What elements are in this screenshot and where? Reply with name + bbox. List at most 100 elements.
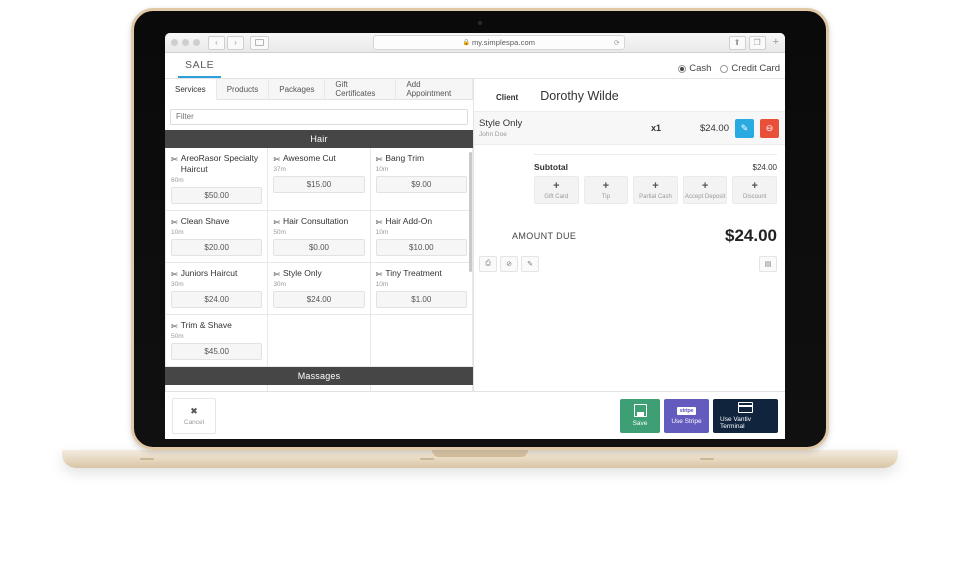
service-name-wrap: ✄ Juniors Haircut [171, 268, 262, 279]
radio-credit-card[interactable]: Credit Card [720, 63, 780, 74]
close-window-dot[interactable] [171, 39, 178, 46]
minus-circle-icon[interactable]: ⊖ [760, 118, 779, 138]
radio-cash[interactable]: Cash [678, 63, 711, 74]
add-discount-button[interactable]: + Discount [732, 176, 777, 204]
use-stripe-label: Use Stripe [671, 417, 702, 425]
order-tools-row: ⎙ ⊘ ✎ ▤ [474, 246, 785, 272]
app-topbar: SALE Cash Credit Card [165, 53, 785, 79]
add-gift-card-button[interactable]: + Gift Card [534, 176, 579, 204]
cancel-button[interactable]: ✖ Cancel [172, 397, 216, 434]
save-icon [633, 404, 647, 417]
client-row: Client Dorothy Wilde [474, 79, 785, 111]
zoom-window-dot[interactable] [193, 39, 200, 46]
section-header-hair[interactable]: Hair [165, 129, 473, 148]
service-card-empty [370, 314, 473, 367]
service-card[interactable]: ✄ Hair Consultation 50m $0.00 [268, 210, 371, 263]
cancel-label: Cancel [183, 418, 205, 426]
scissors-icon: ✄ [171, 217, 178, 227]
service-card[interactable]: ✄ Style Only 30m $24.00 [268, 262, 371, 315]
new-tab-icon[interactable]: + [773, 37, 779, 48]
pos-app: SALE Cash Credit Card Services Products … [165, 53, 785, 439]
catalog-scrollbar-thumb[interactable] [469, 151, 472, 272]
service-card[interactable]: ✄ Tiny Treatment 10m $1.00 [370, 262, 473, 315]
pencil-icon[interactable]: ✎ [735, 118, 754, 138]
use-vantiv-terminal-button[interactable]: Use Vantiv Terminal [713, 398, 778, 433]
minimize-window-dot[interactable] [182, 39, 189, 46]
subtab-add-appointment[interactable]: Add Appointment [396, 79, 473, 99]
save-button[interactable]: Save [620, 398, 660, 433]
add-tip-button[interactable]: + Tip [583, 176, 629, 204]
service-price-button[interactable]: $45.00 [171, 342, 263, 360]
section-header-massages[interactable]: Massages [165, 366, 473, 385]
service-duration: 37m [273, 165, 286, 173]
service-card-empty [371, 384, 473, 391]
address-bar-wrap: 🔒 my.simplespa.com ⟳ [269, 35, 729, 50]
service-duration: 50m [273, 228, 286, 236]
subtab-products[interactable]: Products [217, 79, 270, 99]
service-price-button[interactable]: $50.00 [171, 186, 263, 204]
service-price-button[interactable]: $20.00 [171, 238, 263, 256]
service-card[interactable]: ✄ Juniors Haircut 30m $24.00 [166, 262, 269, 315]
service-name-wrap: ✄ Trim & Shave [171, 320, 262, 331]
address-bar[interactable]: 🔒 my.simplespa.com ⟳ [372, 35, 625, 50]
add-partial-cash-button[interactable]: + Partial Cash [633, 176, 678, 204]
browser-chrome: ‹ › 🔒 my.simplespa.com ⟳ ⬆ ❐ + [165, 33, 785, 53]
sidebar-icon[interactable] [250, 35, 269, 50]
print-icon[interactable]: ⎙ [479, 256, 497, 272]
service-price-button[interactable]: $1.00 [375, 290, 467, 308]
service-card[interactable]: ✄ Awesome Cut 37m $15.00 [268, 147, 371, 211]
client-name[interactable]: Dorothy Wilde [540, 89, 619, 103]
service-card[interactable]: ✄ Trim & Shave 50m $45.00 [166, 314, 269, 367]
share-icon[interactable]: ⬆ [728, 35, 746, 50]
service-name-wrap: ✄ Clean Shave [171, 216, 262, 227]
forward-icon[interactable]: › [227, 35, 244, 50]
scissors-icon: ✄ [171, 321, 178, 331]
service-price-button[interactable]: $24.00 [171, 290, 263, 308]
window-controls[interactable] [171, 39, 200, 46]
subtab-services[interactable]: Services [165, 79, 217, 100]
subtotal-row: Subtotal $24.00 [534, 154, 777, 172]
scissors-icon: ✄ [273, 269, 281, 279]
subtab-packages[interactable]: Packages [269, 79, 326, 99]
catalog-scroll-area[interactable]: Hair ✄ AreoRasor Specialty Haircut 60m $… [165, 129, 473, 392]
service-duration: 10m [171, 228, 184, 236]
calculator-icon[interactable]: ▤ [759, 256, 777, 272]
service-grid-massages [165, 384, 473, 391]
service-price-button[interactable]: $0.00 [273, 238, 365, 256]
subtab-gift-certificates[interactable]: Gift Certificates [325, 79, 397, 99]
service-card[interactable]: ✄ Clean Shave 10m $20.00 [166, 210, 269, 263]
subtotal-section: Subtotal $24.00 + Gift Card + Tip + Part… [474, 145, 785, 204]
service-card[interactable]: ✄ AreoRasor Specialty Haircut 60m $50.00 [166, 147, 269, 211]
app-body: Services Products Packages Gift Certific… [165, 79, 785, 391]
edit-square-icon[interactable]: ✎ [521, 256, 539, 272]
service-price-button[interactable]: $9.00 [375, 175, 467, 193]
tab-sale[interactable]: SALE [178, 59, 222, 78]
reload-icon[interactable]: ⟳ [614, 39, 620, 47]
add-accept-deposit-button[interactable]: + Accept Deposit [682, 176, 728, 204]
macbook-hinge-notch [432, 450, 528, 457]
line-item-main: Style Only John Doe [479, 118, 635, 138]
service-price-button[interactable]: $10.00 [375, 238, 467, 256]
service-duration: 30m [273, 280, 286, 288]
plus-icon: + [751, 180, 758, 192]
no-entry-icon[interactable]: ⊘ [500, 256, 518, 272]
tabs-icon[interactable]: ❐ [748, 35, 766, 50]
scissors-icon: ✄ [273, 217, 281, 227]
line-item-staff: John Doe [479, 131, 507, 138]
service-name: Bang Trim [385, 152, 425, 163]
filter-input[interactable] [170, 108, 468, 125]
service-card-empty [268, 384, 371, 391]
catalog-scrollbar[interactable] [469, 130, 473, 392]
screenshot-root: MacBook ‹ › 🔒 my.simplespa.com ⟳ [0, 0, 960, 582]
back-icon[interactable]: ‹ [208, 35, 225, 50]
subtotal-value: $24.00 [752, 162, 777, 172]
service-price-button[interactable]: $15.00 [273, 175, 365, 193]
catalog-subtabs: Services Products Packages Gift Certific… [165, 79, 473, 100]
service-price-button[interactable]: $24.00 [273, 290, 365, 308]
service-card[interactable]: ✄ Bang Trim 10m $9.00 [370, 147, 473, 211]
macbook-foot-right [700, 458, 714, 460]
service-name: Trim & Shave [180, 319, 232, 330]
service-card[interactable]: ✄ Hair Add-On 10m $10.00 [370, 210, 473, 263]
use-stripe-button[interactable]: stripe Use Stripe [664, 398, 709, 433]
save-label: Save [632, 420, 648, 427]
